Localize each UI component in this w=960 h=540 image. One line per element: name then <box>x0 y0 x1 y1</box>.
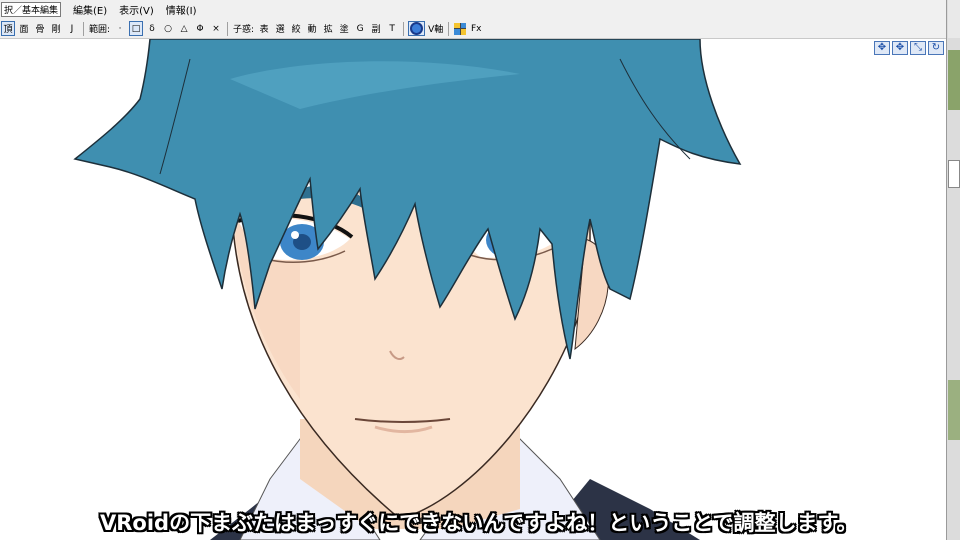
range-label: 範囲: <box>89 25 111 35</box>
range-delta-button[interactable]: δ <box>145 21 159 36</box>
menu-edit[interactable]: 編集(E) <box>73 2 107 17</box>
child-t-button[interactable]: T <box>385 21 399 36</box>
globe-icon <box>410 22 424 35</box>
3d-viewport[interactable]: VRoidの下まぶたはまっすぐにできないんですよね！ということで調整します。 <box>0 39 946 540</box>
right-panel <box>946 0 960 540</box>
menu-view[interactable]: 表示(V) <box>119 2 154 17</box>
child-sub-button[interactable]: 副 <box>369 21 383 36</box>
right-panel-widget[interactable] <box>948 160 960 188</box>
menu-info[interactable]: 情報(I) <box>166 2 197 17</box>
view-controls: ✥ ✥ ⤡ ↻ <box>874 41 944 55</box>
character-render <box>73 39 742 540</box>
subtitle-caption: VRoidの下まぶたはまっすぐにできないんですよね！ということで調整します。 <box>100 511 858 535</box>
mode-select[interactable]: 択／基本編集 ▼ <box>1 2 61 17</box>
child-scale-button[interactable]: 拡 <box>321 21 335 36</box>
range-point-button[interactable]: · <box>113 21 127 36</box>
range-phi-button[interactable]: Φ <box>193 21 207 36</box>
child-select-button[interactable]: 選 <box>273 21 287 36</box>
v-axis-button[interactable]: V軸 <box>427 21 444 36</box>
toolbar-divider <box>83 21 84 36</box>
chevron-down-icon: ▼ <box>60 6 61 14</box>
globe-button[interactable] <box>408 21 426 36</box>
mode-select-value: 択／基本編集 <box>4 6 59 16</box>
view-face-button[interactable]: 面 <box>17 21 31 36</box>
view-joint-button[interactable]: J <box>65 21 79 36</box>
range-cross-button[interactable]: × <box>209 21 223 36</box>
view-rigid-button[interactable]: 剛 <box>49 21 63 36</box>
child-show-button[interactable]: 表 <box>257 21 271 36</box>
menubar: 択／基本編集 ▼ 編集(E) 表示(V) 情報(I) <box>0 0 946 19</box>
move-icon[interactable]: ✥ <box>892 41 908 55</box>
grid-button[interactable] <box>453 21 467 36</box>
right-panel-header <box>948 0 960 38</box>
child-move-button[interactable]: 動 <box>305 21 319 36</box>
child-label: 子惑: <box>233 25 255 35</box>
grid-icon <box>454 22 467 35</box>
toolbar-divider <box>227 21 229 36</box>
child-filter-button[interactable]: 絞 <box>289 21 303 36</box>
fx-button[interactable]: Fx <box>469 21 483 36</box>
view-bone-button[interactable]: 骨 <box>33 21 47 36</box>
view-vertex-button[interactable]: 頂 <box>1 21 15 36</box>
range-circle-button[interactable]: ○ <box>161 21 175 36</box>
child-g-button[interactable]: G <box>353 21 367 36</box>
toolbar-divider <box>403 21 405 36</box>
toolbar-divider <box>448 21 450 36</box>
zoom-icon[interactable]: ⤡ <box>910 41 926 55</box>
right-panel-thumbnail-2 <box>948 380 960 440</box>
child-paint-button[interactable]: 塗 <box>337 21 351 36</box>
range-triangle-button[interactable]: △ <box>177 21 191 36</box>
right-panel-thumbnail <box>948 50 960 110</box>
toolbar: 頂 面 骨 剛 J 範囲: · □ δ ○ △ Φ × 子惑: 表 選 絞 動 … <box>0 19 946 39</box>
pan-icon[interactable]: ✥ <box>874 41 890 55</box>
rotate-icon[interactable]: ↻ <box>928 41 944 55</box>
range-rect-button[interactable]: □ <box>129 21 144 36</box>
